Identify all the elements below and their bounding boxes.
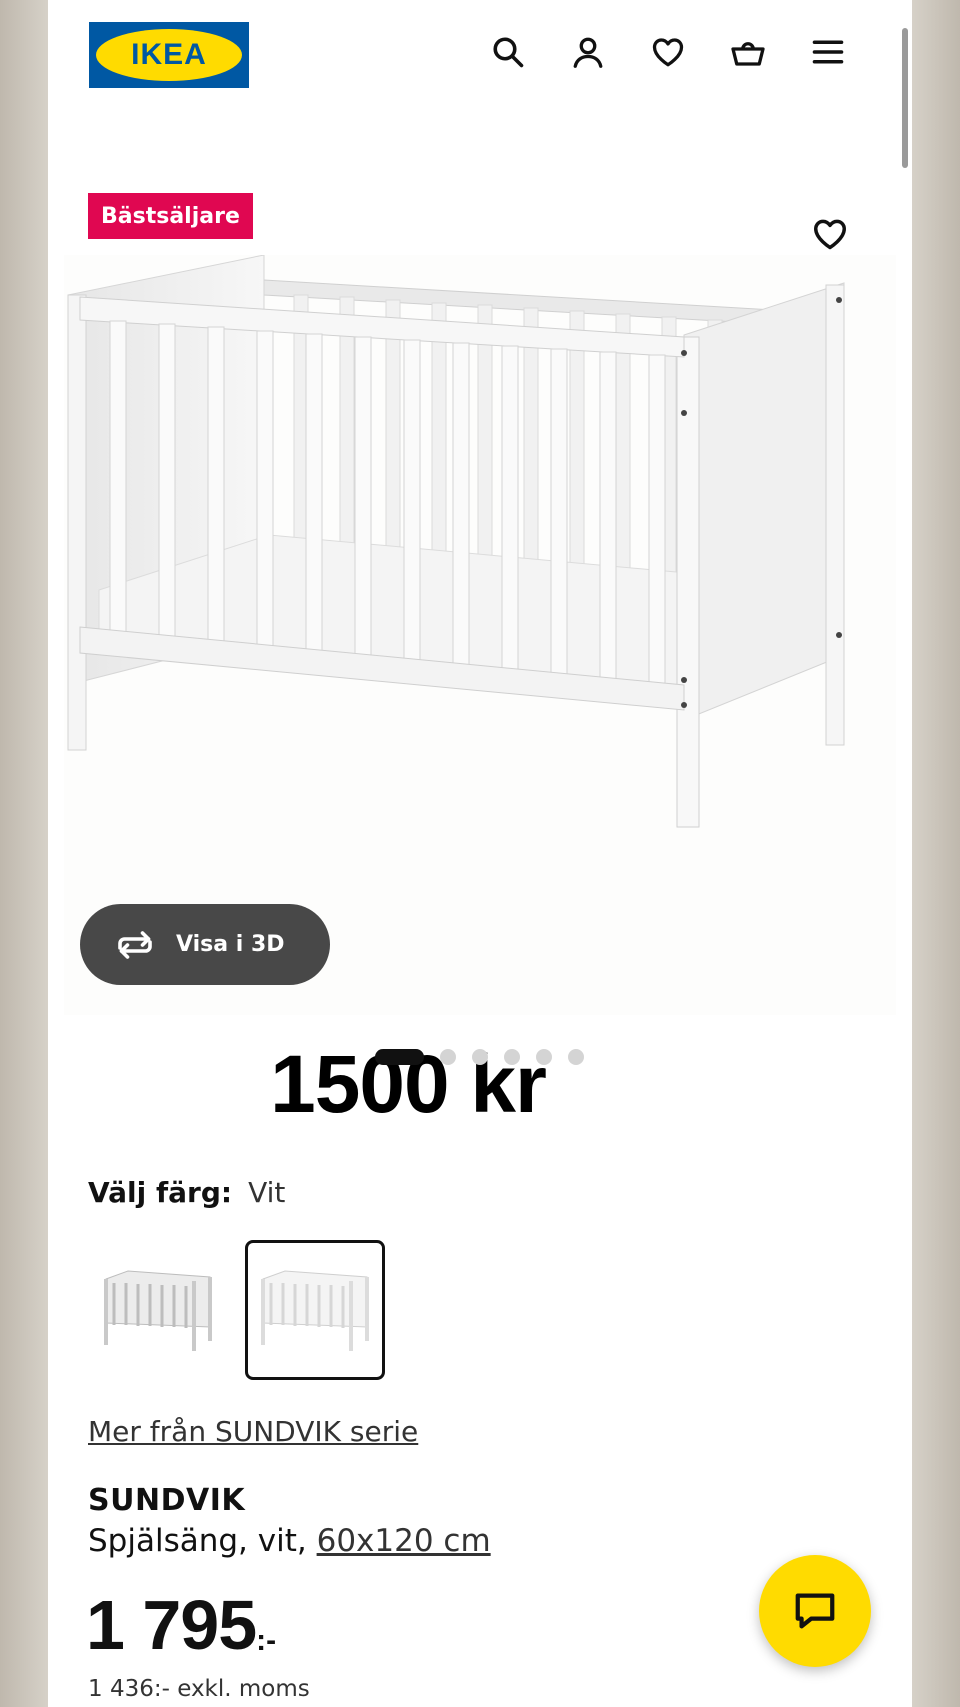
price-suffix: :- bbox=[256, 1624, 277, 1657]
product-price: 1 795 :- bbox=[86, 1590, 276, 1660]
crib-illustration bbox=[67, 254, 845, 828]
product-page: IKEA 1500 kr Bästsäljare Visa i 3D Välj … bbox=[48, 0, 912, 1707]
search-icon[interactable] bbox=[486, 30, 530, 74]
crib-thumbnail bbox=[261, 1270, 369, 1351]
view-3d-label: Visa i 3D bbox=[176, 932, 285, 957]
series-link[interactable]: Mer från SUNDVIK serie bbox=[88, 1415, 418, 1448]
carousel-indicator bbox=[375, 1049, 584, 1065]
chat-icon bbox=[795, 1593, 835, 1629]
account-icon[interactable] bbox=[566, 30, 610, 74]
logo-text: IKEA bbox=[131, 38, 207, 71]
carousel-dot[interactable] bbox=[440, 1049, 456, 1065]
product-size-link[interactable]: 60x120 cm bbox=[317, 1523, 491, 1559]
product-type: Spjälsäng, vit, bbox=[88, 1523, 307, 1559]
color-swatch-gray[interactable] bbox=[88, 1240, 228, 1380]
carousel-dot[interactable] bbox=[536, 1049, 552, 1065]
carousel-dot[interactable] bbox=[472, 1049, 488, 1065]
price-excl-vat: 1 436:- exkl. moms bbox=[88, 1676, 310, 1702]
product-name: SUNDVIK bbox=[88, 1483, 246, 1518]
price-overlay: 1500 kr bbox=[228, 1015, 588, 1155]
price-integer: 1 795 bbox=[86, 1586, 257, 1664]
basket-icon[interactable] bbox=[726, 30, 770, 74]
color-swatch-white[interactable] bbox=[245, 1240, 385, 1380]
product-description: Spjälsäng, vit, 60x120 cm bbox=[88, 1523, 491, 1559]
color-selector-label: Välj färg: Vit bbox=[88, 1176, 285, 1209]
color-value: Vit bbox=[248, 1176, 286, 1209]
menu-icon[interactable] bbox=[806, 30, 850, 74]
crib-thumbnail bbox=[104, 1270, 212, 1351]
rotate-3d-icon bbox=[118, 930, 152, 959]
carousel-dot[interactable] bbox=[375, 1049, 424, 1065]
ikea-logo[interactable]: IKEA bbox=[89, 22, 249, 88]
color-label: Välj färg: bbox=[88, 1176, 233, 1209]
carousel-dot[interactable] bbox=[504, 1049, 520, 1065]
scrollbar[interactable] bbox=[902, 28, 908, 168]
product-image[interactable]: 1500 kr bbox=[64, 254, 896, 1155]
carousel-dot[interactable] bbox=[568, 1049, 584, 1065]
add-to-favorites-icon[interactable] bbox=[806, 210, 854, 258]
favorites-icon[interactable] bbox=[646, 30, 690, 74]
chat-button[interactable] bbox=[759, 1555, 871, 1667]
bestseller-badge: Bästsäljare bbox=[88, 193, 253, 239]
view-3d-button[interactable]: Visa i 3D bbox=[80, 904, 330, 985]
